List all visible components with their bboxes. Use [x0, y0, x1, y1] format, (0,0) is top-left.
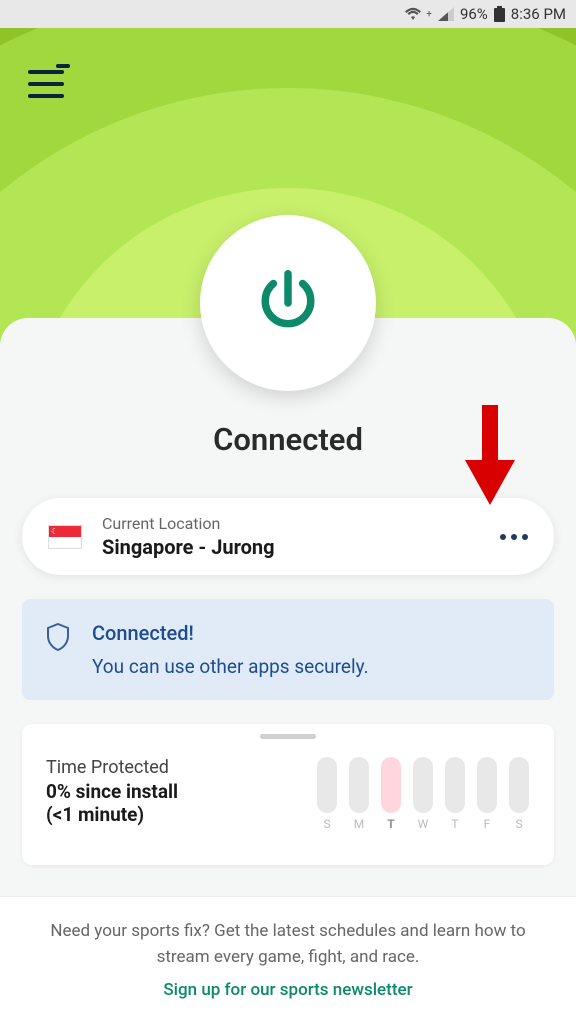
- wifi-plus-icon: +: [426, 9, 432, 20]
- menu-button[interactable]: [28, 70, 64, 98]
- location-value: Singapore - Jurong: [102, 535, 500, 559]
- signal-icon: [438, 7, 454, 21]
- time-note: (<1 minute): [46, 803, 178, 826]
- day-bar: F: [476, 757, 498, 831]
- notification-dot-icon: [56, 64, 70, 68]
- more-options-icon[interactable]: [500, 534, 528, 540]
- wifi-icon: [404, 7, 422, 21]
- time-title: Time Protected: [46, 757, 178, 778]
- day-bar: T: [444, 757, 466, 831]
- battery-pct: 96%: [460, 5, 488, 23]
- connection-status: Connected: [0, 421, 576, 458]
- footer-text: Need your sports fix? Get the latest sch…: [30, 919, 546, 970]
- day-bar: S: [316, 757, 338, 831]
- power-icon: [249, 264, 327, 342]
- battery-icon: [494, 6, 505, 22]
- drag-handle-icon[interactable]: [260, 734, 316, 739]
- power-toggle-button[interactable]: [200, 215, 376, 391]
- singapore-flag-icon: [48, 525, 82, 549]
- banner-title: Connected!: [92, 621, 530, 645]
- time-protected-card[interactable]: Time Protected 0% since install (<1 minu…: [22, 724, 554, 865]
- shield-icon: [46, 623, 70, 655]
- status-bar: + 96% 8:36 PM: [0, 0, 576, 28]
- footer: Need your sports fix? Get the latest sch…: [0, 896, 576, 1024]
- day-bar: M: [348, 757, 370, 831]
- day-bar: T: [380, 757, 402, 831]
- week-bars: SMTWTFS: [198, 757, 530, 831]
- clock-time: 8:36 PM: [511, 5, 566, 23]
- location-label: Current Location: [102, 514, 500, 533]
- newsletter-link[interactable]: Sign up for our sports newsletter: [30, 980, 546, 1000]
- banner-subtitle: You can use other apps securely.: [92, 655, 530, 678]
- day-bar: W: [412, 757, 434, 831]
- connected-banner: Connected! You can use other apps secure…: [22, 599, 554, 700]
- time-value: 0% since install: [46, 780, 178, 803]
- location-selector[interactable]: Current Location Singapore - Jurong: [22, 498, 554, 575]
- day-bar: S: [508, 757, 530, 831]
